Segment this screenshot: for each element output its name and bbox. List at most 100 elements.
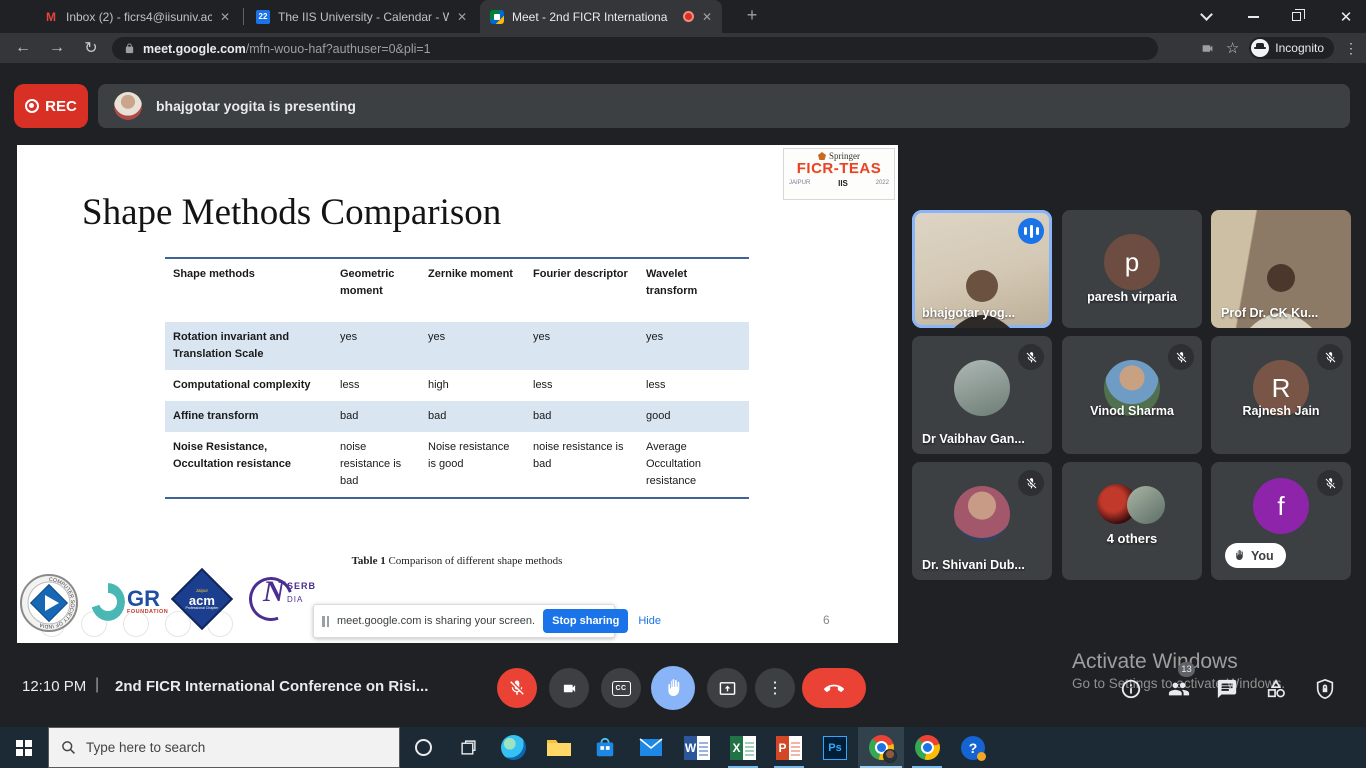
window-minimize-button[interactable]: [1233, 0, 1273, 33]
meeting-details-button[interactable]: [1120, 678, 1142, 705]
participant-tile-prof-ck[interactable]: Prof Dr. CK Ku...: [1211, 210, 1351, 328]
taskbar-photoshop[interactable]: Ps: [812, 727, 858, 768]
close-icon[interactable]: ✕: [457, 10, 467, 24]
group-avatars: [1097, 484, 1167, 528]
tab-recording-icon: [683, 11, 694, 22]
participant-tile-rajnesh[interactable]: R Rajnesh Jain: [1211, 336, 1351, 454]
participant-tile-you[interactable]: f You: [1211, 462, 1351, 580]
address-bar[interactable]: meet.google.com/mfn-wouo-haf?authuser=0&…: [112, 37, 1158, 60]
cortana-icon: [415, 739, 432, 756]
comparison-table: Shape methods Geometric moment Zernike m…: [165, 257, 749, 499]
divider: |: [95, 676, 99, 694]
raise-hand-button[interactable]: [651, 666, 695, 710]
window-restore-button[interactable]: [1276, 0, 1316, 33]
taskbar-chrome-2[interactable]: [904, 727, 950, 768]
gr-foundation-logo: GR FOUNDATION: [91, 583, 168, 621]
participant-tile-vinod[interactable]: Vinod Sharma: [1062, 336, 1202, 454]
start-button[interactable]: [0, 727, 48, 768]
task-view-button[interactable]: [446, 739, 490, 756]
photoshop-icon: Ps: [823, 736, 847, 760]
tab-search-chevron-icon[interactable]: [1186, 0, 1226, 33]
raised-hand-icon: [1233, 549, 1245, 562]
powerpoint-icon: P: [776, 736, 802, 760]
participant-tile-others[interactable]: 4 others: [1062, 462, 1202, 580]
taskbar-store[interactable]: [582, 727, 628, 768]
tab-title: The IIS University - Calendar - We: [278, 10, 449, 24]
new-tab-button[interactable]: +: [740, 5, 764, 26]
participant-name: Vinod Sharma: [1062, 404, 1202, 418]
taskbar-edge[interactable]: [490, 727, 536, 768]
tab-calendar[interactable]: 22 The IIS University - Calendar - We ✕: [246, 0, 477, 33]
taskbar-powerpoint[interactable]: P: [766, 727, 812, 768]
cortana-button[interactable]: [400, 739, 446, 756]
chat-button[interactable]: [1216, 678, 1238, 705]
share-message: meet.google.com is sharing your screen.: [337, 615, 535, 627]
forward-button[interactable]: →: [40, 39, 74, 57]
csi-logo: COMPUTER SOCIETY OF INDIA: [19, 573, 79, 638]
mic-off-icon: [1018, 470, 1044, 496]
pause-icon: [322, 616, 329, 627]
taskbar-excel[interactable]: X: [720, 727, 766, 768]
captions-icon: CC: [612, 681, 631, 696]
participant-tile-bhajgotar[interactable]: bhajgotar yog...: [912, 210, 1052, 328]
tab-meet-active[interactable]: Meet - 2nd FICR Internationa ✕: [480, 0, 722, 33]
mic-mute-button[interactable]: [497, 668, 537, 708]
table-caption: Table 1 Comparison of different shape me…: [165, 555, 749, 567]
stop-sharing-button[interactable]: Stop sharing: [543, 609, 628, 633]
browser-menu-icon[interactable]: ⋮: [1344, 40, 1358, 57]
close-icon[interactable]: ✕: [220, 10, 230, 24]
taskbar-chrome-active[interactable]: [858, 727, 904, 768]
slide-page-number: 6: [823, 613, 830, 627]
participant-tile-shivani[interactable]: Dr. Shivani Dub...: [912, 462, 1052, 580]
presenter-avatar: [114, 92, 142, 120]
column-header: Zernike moment: [420, 258, 525, 322]
present-button[interactable]: [707, 668, 747, 708]
reload-button[interactable]: ↻: [74, 38, 108, 58]
activities-button[interactable]: [1264, 678, 1288, 705]
info-icon: [1120, 678, 1142, 700]
captions-button[interactable]: CC: [601, 668, 641, 708]
mic-off-icon: [1317, 470, 1343, 496]
window-close-button[interactable]: ✕: [1326, 0, 1366, 33]
taskbar-search[interactable]: Type here to search: [48, 727, 400, 768]
close-icon[interactable]: ✕: [702, 10, 712, 24]
incognito-badge: Incognito: [1249, 37, 1334, 59]
participant-tile-vaibhav[interactable]: Dr Vaibhav Gan...: [912, 336, 1052, 454]
bookmark-star-icon[interactable]: ☆: [1226, 39, 1239, 57]
tab-camera-icon[interactable]: [1199, 42, 1216, 55]
search-placeholder: Type here to search: [86, 740, 205, 755]
column-header: Geometric moment: [332, 258, 420, 322]
taskbar-file-explorer[interactable]: [536, 727, 582, 768]
taskbar-word[interactable]: W: [674, 727, 720, 768]
folder-icon: [546, 737, 572, 758]
camera-icon: [560, 681, 579, 696]
participant-name: Rajnesh Jain: [1211, 404, 1351, 418]
windows-taskbar: Type here to search W X P Ps ? 1: [0, 727, 1366, 768]
end-call-icon: [823, 683, 845, 693]
end-call-button[interactable]: [802, 668, 866, 708]
more-options-button[interactable]: ⋮: [755, 668, 795, 708]
show-participants-button[interactable]: [1166, 678, 1192, 705]
presenting-text: bhajgotar yogita is presenting: [156, 98, 356, 114]
profile-avatar: [883, 749, 897, 763]
screen: M Inbox (2) - ficrs4@iisuniv.ac.in - T ✕…: [0, 0, 1366, 768]
back-button[interactable]: ←: [6, 39, 40, 57]
tab-gmail[interactable]: M Inbox (2) - ficrs4@iisuniv.ac.in - T ✕: [34, 0, 240, 33]
meeting-title: 2nd FICR International Conference on Ris…: [115, 678, 428, 695]
mic-off-icon: [1018, 344, 1044, 370]
taskbar-mail[interactable]: [628, 727, 674, 768]
participant-name: bhajgotar yog...: [922, 306, 1015, 320]
table-row: Computational complexity less high less …: [165, 370, 749, 401]
presenting-banner: bhajgotar yogita is presenting: [98, 84, 1350, 128]
more-vert-icon: ⋮: [767, 678, 783, 698]
people-icon: [1166, 678, 1192, 700]
camera-button[interactable]: [549, 668, 589, 708]
url-path: /mfn-wouo-haf?authuser=0&pli=1: [246, 42, 431, 56]
hide-link[interactable]: Hide: [638, 615, 661, 627]
audio-indicator-icon: [1018, 218, 1044, 244]
url-host: meet.google.com: [143, 42, 246, 56]
taskbar-help[interactable]: ?: [950, 727, 996, 768]
participant-tile-paresh[interactable]: p paresh virparia: [1062, 210, 1202, 328]
host-controls-button[interactable]: [1314, 678, 1336, 705]
gr-swirl-icon: [91, 583, 125, 621]
